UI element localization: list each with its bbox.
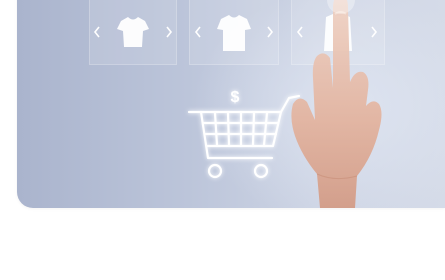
shopping-cart-icon	[187, 94, 301, 179]
dollar-icon: $	[231, 89, 240, 106]
hand	[291, 0, 382, 208]
hero-image: $	[17, 0, 445, 208]
